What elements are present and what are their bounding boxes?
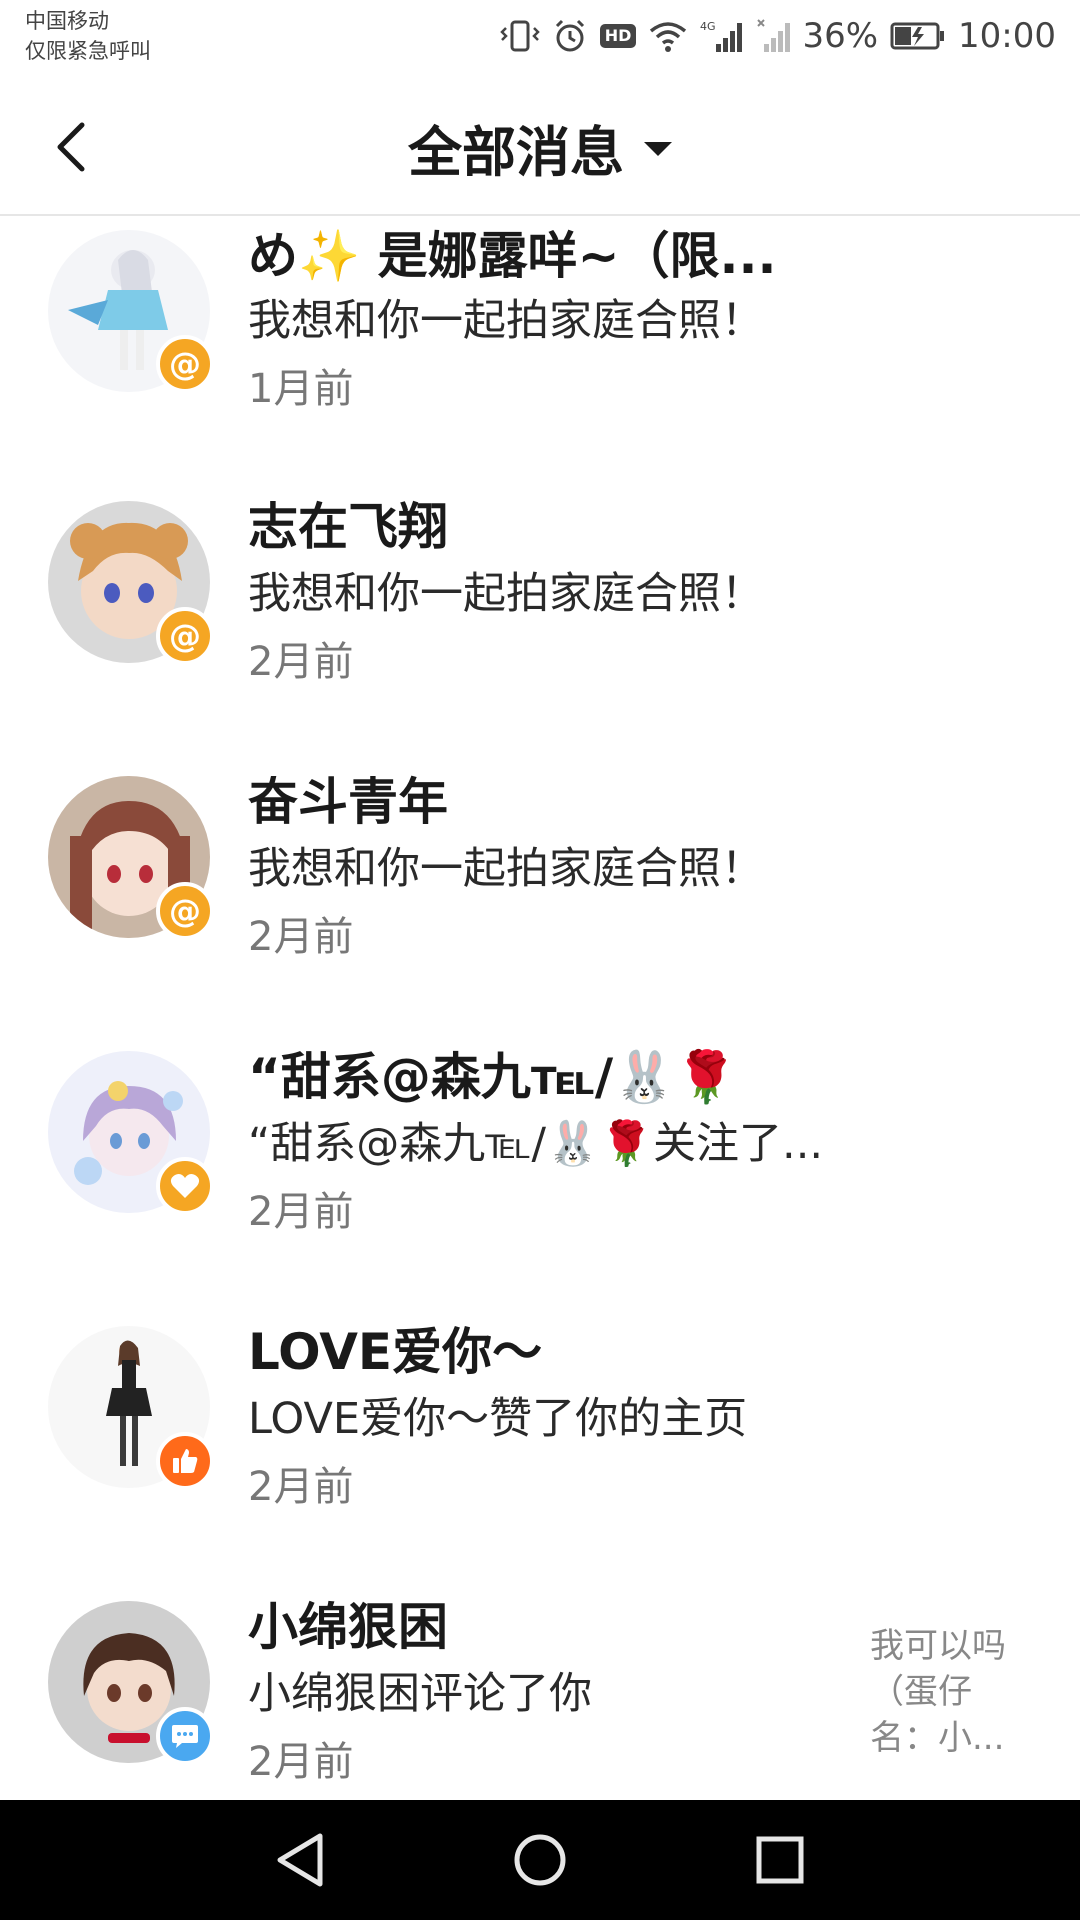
list-item[interactable]: “甜系@森九℡/🐰🌹 “甜系@森九℡/🐰🌹关注了... 2月前	[0, 987, 1080, 1262]
mention-badge: @	[156, 607, 214, 665]
message-text: 我想和你一起拍家庭合照！	[248, 569, 764, 619]
nav-home-button[interactable]	[500, 1824, 580, 1896]
page-title: 全部消息	[408, 120, 624, 184]
message-text: 我想和你一起拍家庭合照！	[248, 296, 764, 346]
comment-icon	[172, 1725, 198, 1748]
status-bar: 中国移动 仅限紧急呼叫 HD 4G 36% 10:00	[0, 0, 1080, 80]
at-icon: @	[169, 617, 201, 655]
message-time: 1月前	[248, 366, 354, 412]
heart-icon	[170, 1174, 200, 1198]
vibrate-icon	[499, 18, 540, 54]
message-text: 小绵狠困评论了你	[248, 1669, 592, 1719]
carrier-info: 中国移动 仅限紧急呼叫	[25, 6, 151, 66]
clock: 10:00	[958, 16, 1056, 56]
alarm-icon	[552, 18, 588, 54]
sender-name: LOVE爱你～	[248, 1323, 543, 1381]
caret-down-icon	[644, 142, 672, 156]
list-item[interactable]: 小绵狠困 小绵狠困评论了你 2月前 我可以吗（蛋仔名：小...	[0, 1537, 1080, 1800]
nav-recents-button[interactable]	[740, 1824, 820, 1896]
thumbs-up-badge	[156, 1432, 214, 1490]
app-header: 全部消息	[0, 80, 1080, 216]
message-time: 2月前	[248, 639, 354, 685]
signal-empty-icon	[756, 18, 791, 54]
message-time: 2月前	[248, 914, 354, 960]
battery-percent: 36%	[802, 16, 879, 56]
thumbs-up-icon	[173, 1449, 198, 1473]
sender-name: “甜系@森九℡/🐰🌹	[248, 1048, 738, 1106]
message-time: 2月前	[248, 1189, 354, 1235]
message-time: 2月前	[248, 1464, 354, 1510]
at-icon: @	[169, 892, 201, 930]
sender-name: 小绵狠困	[248, 1598, 448, 1656]
message-list[interactable]: @ め✨ 是娜露咩~（限... 我想和你一起拍家庭合照！ 1月前 @ 志在飞翔 …	[0, 216, 1080, 1800]
square-recents-icon	[756, 1836, 804, 1884]
list-item[interactable]: @ 奋斗青年 我想和你一起拍家庭合照！ 2月前	[0, 712, 1080, 987]
message-text: “甜系@森九℡/🐰🌹关注了...	[248, 1119, 824, 1169]
comment-badge	[156, 1707, 214, 1765]
at-icon: @	[169, 345, 201, 383]
list-item[interactable]: @ め✨ 是娜露咩~（限... 我想和你一起拍家庭合照！ 1月前	[0, 216, 1080, 437]
carrier-name: 中国移动	[25, 9, 109, 33]
battery-charging-icon	[890, 21, 946, 51]
message-text: LOVE爱你～赞了你的主页	[248, 1394, 748, 1444]
sender-name: め✨ 是娜露咩~（限...	[248, 227, 777, 285]
mention-badge: @	[156, 335, 214, 393]
status-icons: HD 4G 36% 10:00	[499, 14, 1056, 58]
system-navigation-bar	[0, 1800, 1080, 1920]
wifi-icon	[648, 19, 688, 53]
sender-name: 奋斗青年	[248, 773, 448, 831]
comment-preview: 我可以吗（蛋仔名：小...	[870, 1626, 1006, 1758]
carrier-status: 仅限紧急呼叫	[25, 39, 151, 63]
circle-home-icon	[514, 1834, 566, 1886]
signal-4g-icon: 4G	[700, 18, 744, 54]
title-dropdown[interactable]: 全部消息	[0, 80, 1080, 214]
mention-badge: @	[156, 882, 214, 940]
list-item[interactable]: LOVE爱你～ LOVE爱你～赞了你的主页 2月前	[0, 1262, 1080, 1537]
message-text: 我想和你一起拍家庭合照！	[248, 844, 764, 894]
sender-name: 志在飞翔	[248, 498, 448, 556]
message-time: 2月前	[248, 1739, 354, 1785]
nav-back-button[interactable]	[260, 1824, 340, 1896]
hd-icon: HD	[599, 24, 637, 48]
triangle-back-icon	[277, 1833, 323, 1887]
list-item[interactable]: @ 志在飞翔 我想和你一起拍家庭合照！ 2月前	[0, 437, 1080, 712]
svg-text:4G: 4G	[700, 20, 716, 33]
like-badge	[156, 1157, 214, 1215]
